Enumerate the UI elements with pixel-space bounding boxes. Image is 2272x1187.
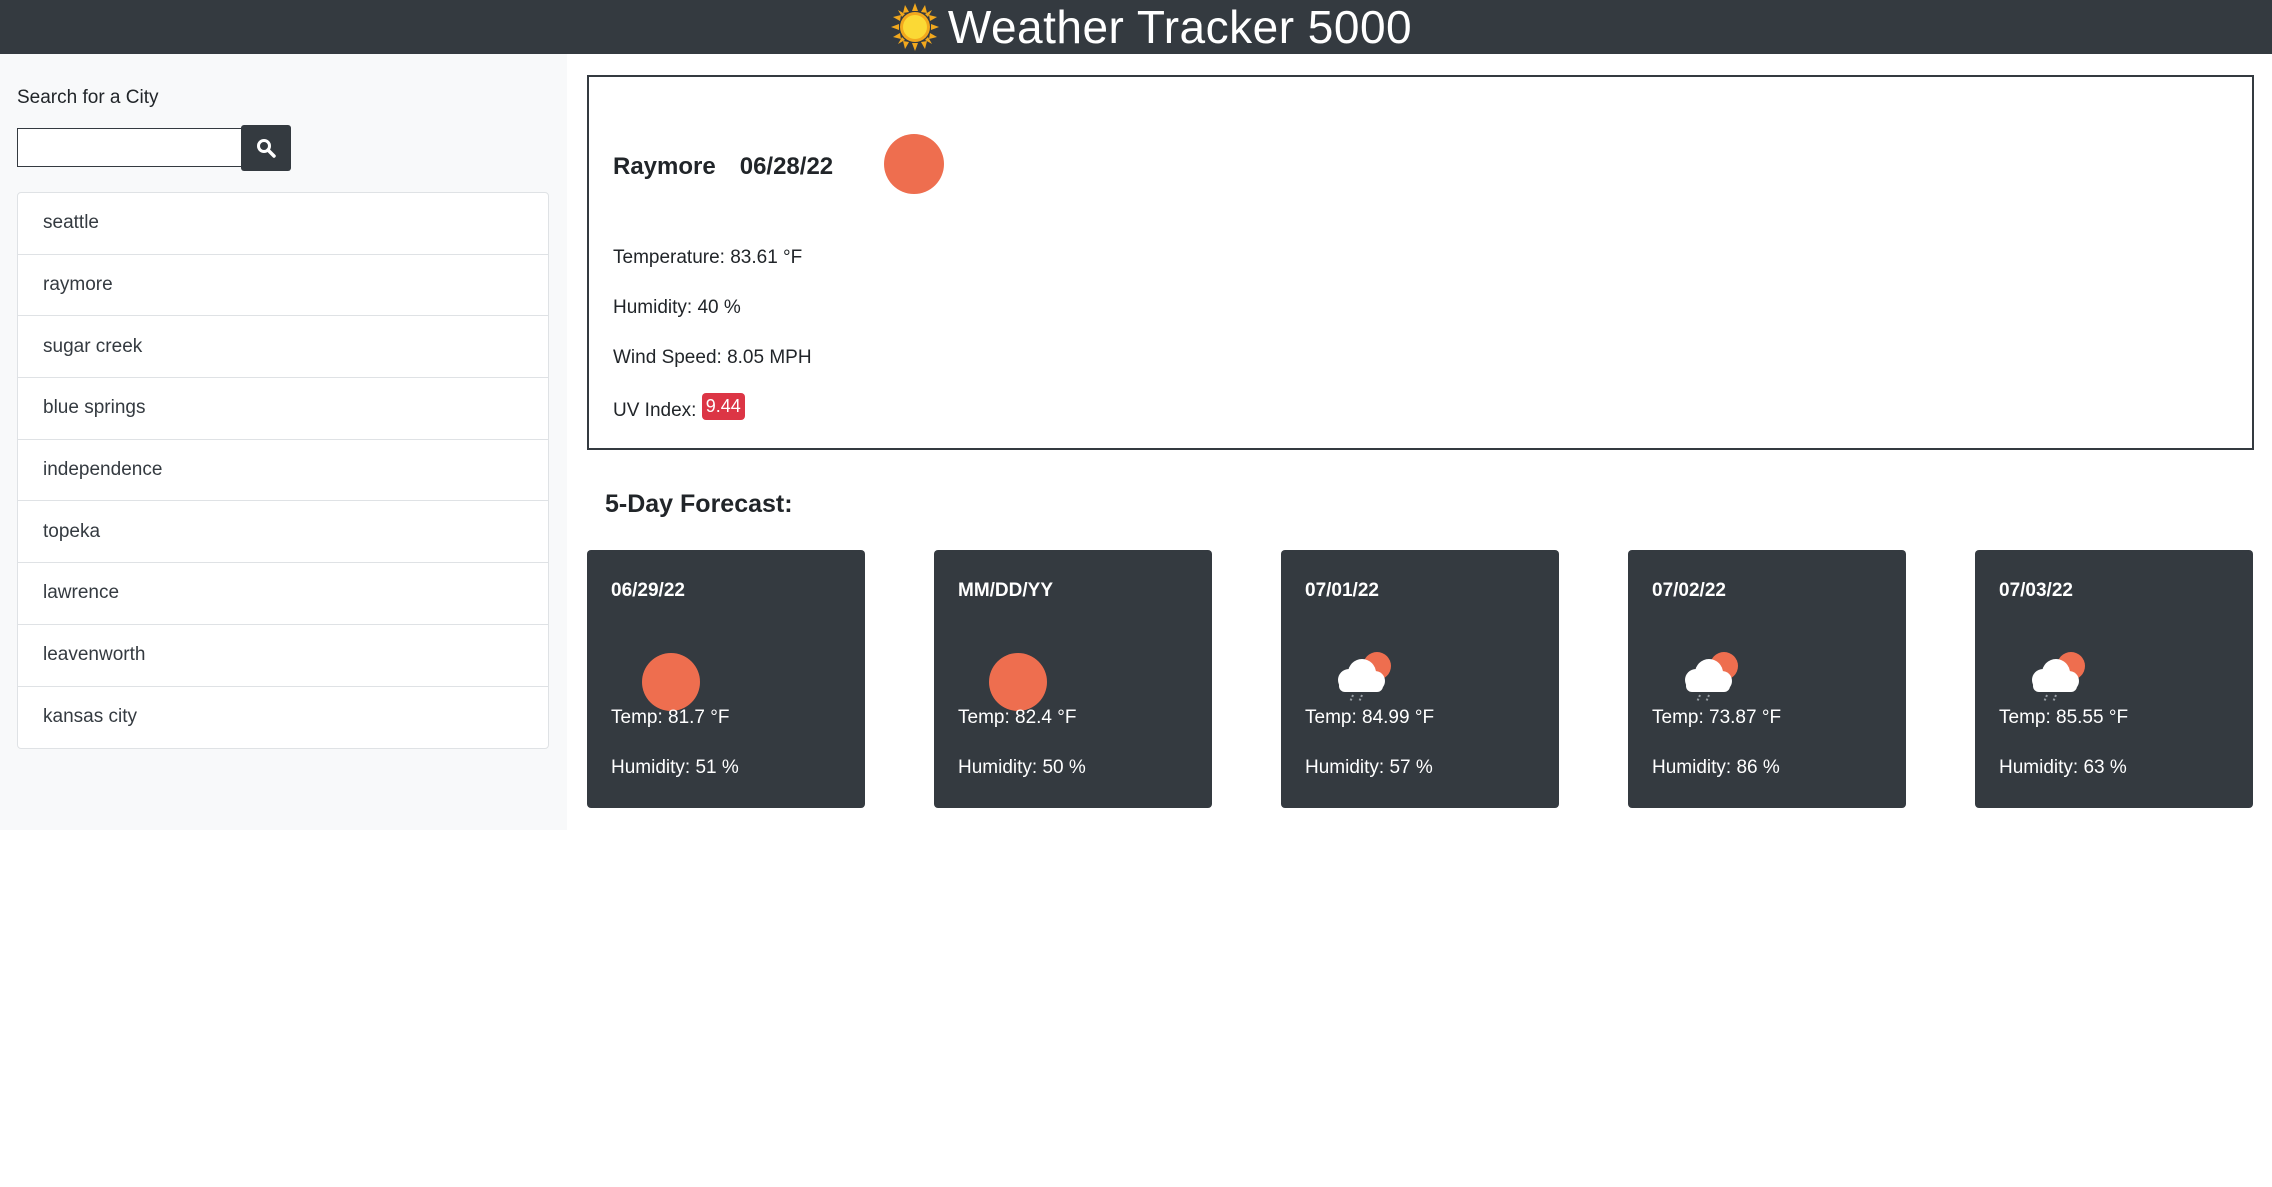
forecast-card-1: 06/29/22 Temp: 81.7 °F Humidity: 51 % xyxy=(587,550,865,808)
uv-label: UV Index: xyxy=(613,400,697,421)
forecast-title: 5-Day Forecast: xyxy=(605,490,793,518)
forecast-temp: Temp: 85.55 °F xyxy=(1999,707,2129,728)
forecast-humidity: Humidity: 57 % xyxy=(1305,757,1433,778)
current-uv-index: UV Index: 9.44 xyxy=(613,393,745,424)
history-item-sugar-creek[interactable]: sugar creek xyxy=(18,316,548,379)
forecast-date: MM/DD/YY xyxy=(958,580,1053,601)
uv-badge: 9.44 xyxy=(701,393,745,420)
forecast-date: 07/02/22 xyxy=(1652,580,1726,601)
forecast-card-3: 07/01/22 Temp: 84.99 °F Humidity: 57 % xyxy=(1281,550,1559,808)
history-item-leavenworth[interactable]: leavenworth xyxy=(18,625,548,687)
forecast-card-5: 07/03/22 Temp: 85.55 °F Humidity: 63 % xyxy=(1975,550,2253,808)
sidebar: Search for a City seattle raymore sugar … xyxy=(0,54,567,830)
history-item-seattle[interactable]: seattle xyxy=(18,193,548,255)
forecast-humidity: Humidity: 63 % xyxy=(1999,757,2127,778)
current-temperature: Temperature: 83.61 °F xyxy=(613,247,803,268)
header-brand: Weather Tracker 5000 xyxy=(890,0,1412,54)
forecast-temp: Temp: 82.4 °F xyxy=(958,707,1077,728)
rain-cloud-sun-icon xyxy=(1338,652,1391,703)
rain-cloud-sun-icon xyxy=(1685,652,1738,703)
forecast-date: 07/03/22 xyxy=(1999,580,2073,601)
search-label: Search for a City xyxy=(17,87,159,108)
forecast-card-2: MM/DD/YY Temp: 82.4 °F Humidity: 50 % xyxy=(934,550,1212,808)
forecast-humidity: Humidity: 51 % xyxy=(611,757,739,778)
history-item-kansas-city[interactable]: kansas city xyxy=(18,687,548,749)
forecast-card-4: 07/02/22 Temp: 73.87 °F Humidity: 86 % xyxy=(1628,550,1906,808)
app-title: Weather Tracker 5000 xyxy=(947,1,1413,53)
history-item-raymore[interactable]: raymore xyxy=(18,255,548,317)
history-item-blue-springs[interactable]: blue springs xyxy=(18,378,548,440)
forecast-temp: Temp: 81.7 °F xyxy=(611,707,730,728)
sun-icon xyxy=(890,3,939,51)
current-heading: Raymore 06/28/22 xyxy=(613,153,833,181)
forecast-humidity: Humidity: 86 % xyxy=(1652,757,1780,778)
history-item-independence[interactable]: independence xyxy=(18,440,548,502)
clear-sun-icon xyxy=(989,653,1047,711)
forecast-temp: Temp: 84.99 °F xyxy=(1305,707,1435,728)
current-humidity: Humidity: 40 % xyxy=(613,297,741,318)
forecast-date: 06/29/22 xyxy=(611,580,685,601)
clear-sun-icon xyxy=(642,653,700,711)
forecast-humidity: Humidity: 50 % xyxy=(958,757,1086,778)
current-weather-card: Raymore 06/28/22 Temperature: 83.61 °F Hu… xyxy=(587,75,2254,450)
history-item-lawrence[interactable]: lawrence xyxy=(18,563,548,625)
search-button[interactable] xyxy=(241,125,291,171)
current-wind-speed: Wind Speed: 8.05 MPH xyxy=(613,347,812,368)
forecast-temp: Temp: 73.87 °F xyxy=(1652,707,1782,728)
current-date: 06/28/22 xyxy=(739,153,834,180)
rain-cloud-sun-icon xyxy=(2032,652,2085,703)
city-search-input[interactable] xyxy=(17,128,242,167)
forecast-date: 07/01/22 xyxy=(1305,580,1379,601)
clear-sun-icon xyxy=(884,134,944,194)
current-city: Raymore xyxy=(613,153,716,180)
history-item-topeka[interactable]: topeka xyxy=(18,501,548,564)
search-history-list: seattle raymore sugar creek blue springs… xyxy=(17,192,549,750)
app-header: Weather Tracker 5000 xyxy=(0,0,2272,54)
search-icon xyxy=(257,139,276,158)
